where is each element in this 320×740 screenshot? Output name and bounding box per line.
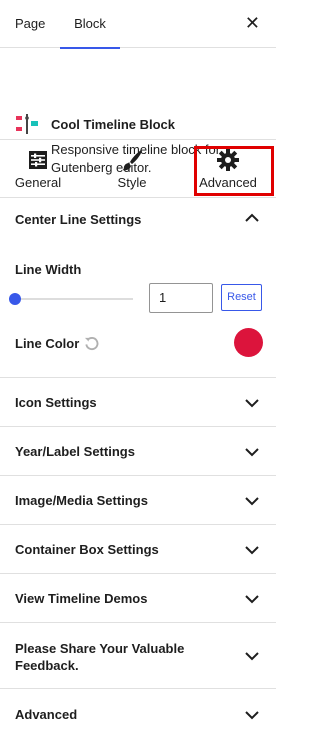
chevron-down-icon — [245, 546, 259, 555]
tab-general-label: General — [14, 175, 62, 190]
chevron-down-icon — [245, 497, 259, 506]
block-card: Cool Timeline Block Responsive timeline … — [0, 48, 276, 175]
line-color-label: Line Color — [15, 336, 80, 351]
timeline-block-icon — [16, 114, 38, 134]
chevron-up-icon[interactable] — [245, 213, 259, 222]
panel-title: Please Share Your Valuable Feedback. — [15, 641, 185, 673]
line-width-slider-thumb[interactable] — [9, 293, 21, 305]
panel-feedback[interactable]: Please Share Your Valuable Feedback. — [0, 623, 276, 689]
panel-icon-settings[interactable]: Icon Settings — [0, 378, 276, 427]
brush-icon — [122, 150, 142, 171]
chevron-down-icon — [245, 711, 259, 720]
chevron-down-icon — [245, 448, 259, 457]
chevron-down-icon — [245, 595, 259, 604]
tab-page[interactable]: Page — [15, 0, 45, 48]
close-icon[interactable]: ✕ — [245, 13, 260, 33]
chevron-down-icon — [245, 652, 259, 661]
panel-title: Icon Settings — [15, 395, 97, 410]
panel-year-label-settings[interactable]: Year/Label Settings — [0, 427, 276, 476]
panel-image-media-settings[interactable]: Image/Media Settings — [0, 476, 276, 525]
block-title: Cool Timeline Block — [51, 117, 176, 132]
panel-title: Advanced — [15, 707, 78, 722]
inspector-tabs: General Style Advanced — [0, 141, 276, 195]
chevron-down-icon — [245, 399, 259, 408]
sliders-icon — [29, 151, 47, 169]
panel-title: View Timeline Demos — [15, 591, 148, 606]
panel-advanced[interactable]: Advanced — [0, 689, 276, 740]
tab-style[interactable]: Style — [92, 141, 172, 190]
line-color-swatch[interactable] — [234, 328, 263, 357]
panel-title: Container Box Settings — [15, 542, 159, 557]
line-width-input[interactable]: 1 — [149, 283, 213, 313]
sidebar-tabs: Page Block ✕ — [0, 0, 276, 49]
tab-general[interactable]: General — [0, 141, 78, 190]
panel-title: Year/Label Settings — [15, 444, 135, 459]
panel-center-line-title[interactable]: Center Line Settings — [15, 212, 141, 227]
gear-icon — [217, 149, 239, 171]
tab-advanced-label: Advanced — [199, 175, 257, 190]
reset-button[interactable]: Reset — [221, 284, 262, 311]
panel-view-timeline-demos[interactable]: View Timeline Demos — [0, 574, 276, 623]
panel-title: Image/Media Settings — [15, 493, 148, 508]
line-width-slider-track[interactable] — [15, 298, 133, 300]
panel-center-line: Center Line Settings Line Width 1 Reset … — [0, 197, 276, 378]
reset-color-icon[interactable] — [84, 336, 99, 351]
tab-advanced[interactable]: Advanced — [188, 141, 268, 190]
tab-block[interactable]: Block — [60, 0, 120, 49]
tab-style-label: Style — [117, 175, 147, 190]
panel-container-box-settings[interactable]: Container Box Settings — [0, 525, 276, 574]
line-width-label: Line Width — [15, 262, 82, 277]
